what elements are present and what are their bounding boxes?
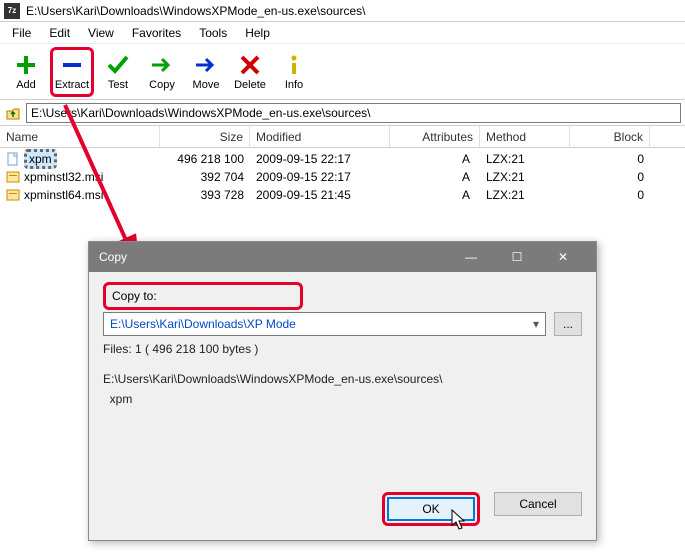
file-list[interactable]: xpm 496 218 100 2009-09-15 22:17 A LZX:2… xyxy=(0,148,685,204)
test-label: Test xyxy=(108,79,128,91)
file-name: xpminstl64.msi xyxy=(24,188,103,202)
cancel-button[interactable]: Cancel xyxy=(494,492,582,516)
file-method: LZX:21 xyxy=(480,188,570,202)
file-modified: 2009-09-15 22:17 xyxy=(250,170,390,184)
toolbar: Add Extract Test Copy Move Delete Info xyxy=(0,44,685,100)
file-method: LZX:21 xyxy=(480,170,570,184)
delete-label: Delete xyxy=(234,79,266,91)
file-row[interactable]: xpminstl64.msi 393 728 2009-09-15 21:45 … xyxy=(0,186,685,204)
file-block: 0 xyxy=(570,188,650,202)
delete-button[interactable]: Delete xyxy=(228,47,272,97)
column-name[interactable]: Name xyxy=(0,126,160,147)
close-icon: ✕ xyxy=(558,250,568,264)
menu-file[interactable]: File xyxy=(4,24,39,42)
copy-dialog: Copy — ☐ ✕ Copy to: E:\Users\Kari\Downlo… xyxy=(88,241,597,541)
add-button[interactable]: Add xyxy=(4,47,48,97)
files-summary: Files: 1 ( 496 218 100 bytes ) xyxy=(103,342,582,356)
dialog-titlebar[interactable]: Copy — ☐ ✕ xyxy=(89,242,596,272)
ok-button[interactable]: OK xyxy=(387,497,475,521)
file-size: 496 218 100 xyxy=(160,152,250,166)
chevron-down-icon: ▾ xyxy=(533,317,539,331)
address-input[interactable]: E:\Users\Kari\Downloads\WindowsXPMode_en… xyxy=(26,103,681,123)
address-path: E:\Users\Kari\Downloads\WindowsXPMode_en… xyxy=(31,106,370,120)
info-icon xyxy=(282,53,306,77)
copy-button[interactable]: Copy xyxy=(140,47,184,97)
file-block: 0 xyxy=(570,170,650,184)
menu-tools[interactable]: Tools xyxy=(191,24,235,42)
file-size: 392 704 xyxy=(160,170,250,184)
window-title: E:\Users\Kari\Downloads\WindowsXPMode_en… xyxy=(26,4,365,18)
file-row[interactable]: xpm 496 218 100 2009-09-15 22:17 A LZX:2… xyxy=(0,150,685,168)
file-row[interactable]: xpminstl32.msi 392 704 2009-09-15 22:17 … xyxy=(0,168,685,186)
column-headers: Name Size Modified Attributes Method Blo… xyxy=(0,126,685,148)
file-icon xyxy=(6,152,20,166)
file-attr: A xyxy=(390,152,480,166)
up-folder-icon[interactable] xyxy=(4,104,22,122)
dialog-title: Copy xyxy=(99,250,127,264)
info-button[interactable]: Info xyxy=(272,47,316,97)
column-block[interactable]: Block xyxy=(570,126,650,147)
file-name: xpminstl32.msi xyxy=(24,170,103,184)
add-label: Add xyxy=(16,79,36,91)
menu-favorites[interactable]: Favorites xyxy=(124,24,189,42)
source-file: xpm xyxy=(103,392,582,406)
arrow-right-green-icon xyxy=(150,53,174,77)
arrow-right-blue-icon xyxy=(194,53,218,77)
msi-icon xyxy=(6,188,20,202)
app-icon-7z: 7z xyxy=(4,3,20,19)
file-size: 393 728 xyxy=(160,188,250,202)
x-icon xyxy=(238,53,262,77)
source-path: E:\Users\Kari\Downloads\WindowsXPMode_en… xyxy=(103,372,582,386)
msi-icon xyxy=(6,170,20,184)
menu-help[interactable]: Help xyxy=(237,24,278,42)
file-method: LZX:21 xyxy=(480,152,570,166)
minimize-icon: — xyxy=(465,250,477,264)
maximize-icon: ☐ xyxy=(512,250,523,264)
minus-icon xyxy=(60,53,84,77)
menu-view[interactable]: View xyxy=(80,24,122,42)
file-modified: 2009-09-15 22:17 xyxy=(250,152,390,166)
destination-path: E:\Users\Kari\Downloads\XP Mode xyxy=(110,317,296,331)
menu-edit[interactable]: Edit xyxy=(41,24,78,42)
extract-button[interactable]: Extract xyxy=(50,47,94,97)
move-label: Move xyxy=(193,79,220,91)
plus-icon xyxy=(14,53,38,77)
browse-button[interactable]: ... xyxy=(554,312,582,336)
file-name: xpm xyxy=(24,149,57,169)
menu-bar: File Edit View Favorites Tools Help xyxy=(0,22,685,44)
copy-to-label: Copy to: xyxy=(112,289,157,303)
check-icon xyxy=(106,53,130,77)
info-label: Info xyxy=(285,79,303,91)
file-block: 0 xyxy=(570,152,650,166)
destination-combo[interactable]: E:\Users\Kari\Downloads\XP Mode ▾ xyxy=(103,312,546,336)
extract-label: Extract xyxy=(55,79,89,91)
minimize-button[interactable]: — xyxy=(448,242,494,272)
column-attributes[interactable]: Attributes xyxy=(390,126,480,147)
test-button[interactable]: Test xyxy=(96,47,140,97)
column-method[interactable]: Method xyxy=(480,126,570,147)
close-button[interactable]: ✕ xyxy=(540,242,586,272)
copy-label: Copy xyxy=(149,79,175,91)
column-size[interactable]: Size xyxy=(160,126,250,147)
address-bar: E:\Users\Kari\Downloads\WindowsXPMode_en… xyxy=(0,100,685,126)
move-button[interactable]: Move xyxy=(184,47,228,97)
file-modified: 2009-09-15 21:45 xyxy=(250,188,390,202)
title-bar: 7z E:\Users\Kari\Downloads\WindowsXPMode… xyxy=(0,0,685,22)
maximize-button[interactable]: ☐ xyxy=(494,242,540,272)
column-modified[interactable]: Modified xyxy=(250,126,390,147)
file-attr: A xyxy=(390,170,480,184)
file-attr: A xyxy=(390,188,480,202)
